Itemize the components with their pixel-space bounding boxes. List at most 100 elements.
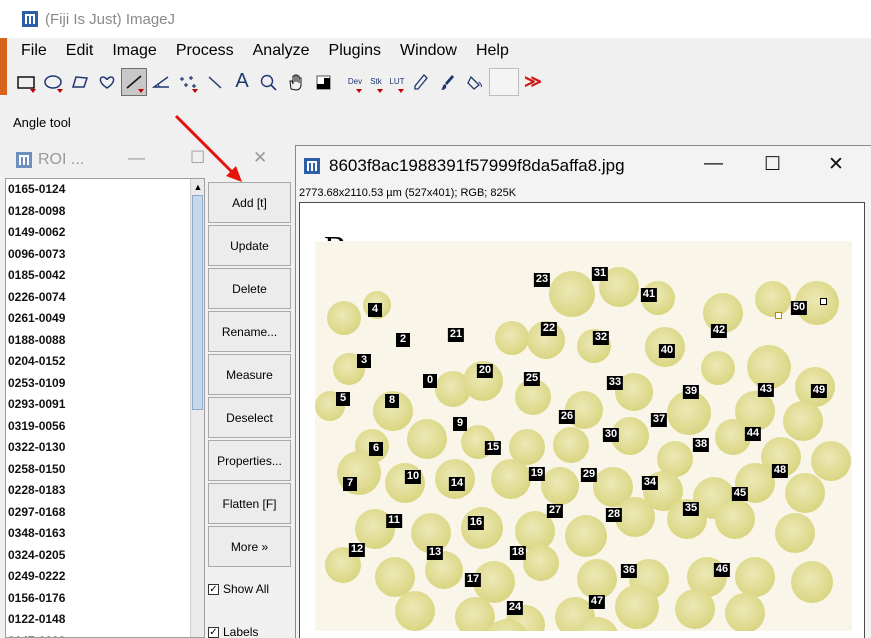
roi-list-item[interactable]: 0226-0074	[6, 287, 204, 309]
roi-label[interactable]: 30	[602, 428, 620, 442]
selection-handle[interactable]	[820, 298, 827, 305]
minimize-icon[interactable]: —	[128, 148, 145, 168]
roi-label[interactable]: 49	[810, 384, 828, 398]
labels-checkbox[interactable]: ✓ Labels	[208, 625, 258, 638]
roi-list-item[interactable]: 0258-0150	[6, 459, 204, 481]
flatten-button[interactable]: Flatten [F]	[208, 483, 291, 524]
roi-label[interactable]: 33	[606, 376, 624, 390]
roi-label[interactable]: 17	[464, 573, 482, 587]
menu-window[interactable]: Window	[400, 42, 457, 60]
roi-label[interactable]: 29	[580, 468, 598, 482]
roi-label[interactable]: 19	[528, 467, 546, 481]
roi-list-item[interactable]: 0188-0088	[6, 330, 204, 352]
delete-button[interactable]: Delete	[208, 268, 291, 309]
roi-label[interactable]: 32	[592, 331, 610, 345]
wand-tool-button[interactable]	[202, 68, 228, 96]
close-icon[interactable]: ✕	[253, 148, 267, 168]
roi-list-item[interactable]: 0149-0062	[6, 222, 204, 244]
roi-list-item[interactable]: 0297-0168	[6, 502, 204, 524]
roi-list-item[interactable]: 0122-0148	[6, 609, 204, 631]
close-icon[interactable]: ✕	[828, 153, 844, 176]
lut-menu-button[interactable]: LUT	[387, 68, 407, 96]
roi-label[interactable]: 47	[588, 595, 606, 609]
roi-label[interactable]: 3	[357, 354, 371, 368]
polygon-tool-button[interactable]	[67, 68, 93, 96]
menu-image[interactable]: Image	[112, 42, 156, 60]
roi-label[interactable]: 6	[369, 442, 383, 456]
menu-analyze[interactable]: Analyze	[253, 42, 310, 60]
roi-label[interactable]: 35	[682, 502, 700, 516]
roi-label[interactable]: 10	[404, 470, 422, 484]
multipoint-tool-button[interactable]	[175, 68, 201, 96]
more-button[interactable]: More »	[208, 526, 291, 567]
deselect-button[interactable]: Deselect	[208, 397, 291, 438]
roi-label[interactable]: 13	[426, 546, 444, 560]
roi-list-item[interactable]: 0128-0098	[6, 201, 204, 223]
roi-list-item[interactable]: 0096-0073	[6, 244, 204, 266]
hand-tool-button[interactable]	[283, 68, 309, 96]
roi-label[interactable]: 39	[682, 385, 700, 399]
image-canvas[interactable]: B 42305820212331412232404250253339434926…	[299, 202, 865, 638]
roi-label[interactable]: 4	[368, 303, 382, 317]
more-tools-button[interactable]: ≫	[520, 68, 546, 96]
roi-label[interactable]: 16	[467, 516, 485, 530]
roi-list-item[interactable]: 0228-0183	[6, 480, 204, 502]
roi-label[interactable]: 9	[453, 417, 467, 431]
roi-label[interactable]: 15	[484, 441, 502, 455]
roi-label[interactable]: 18	[509, 546, 527, 560]
magnifier-tool-button[interactable]	[256, 68, 282, 96]
minimize-icon[interactable]: —	[704, 153, 723, 175]
menu-help[interactable]: Help	[476, 42, 509, 60]
roi-label[interactable]: 26	[558, 410, 576, 424]
roi-label[interactable]: 25	[523, 372, 541, 386]
roi-list-item[interactable]: 0156-0176	[6, 588, 204, 610]
roi-list-item[interactable]: 0147-0092	[6, 631, 204, 638]
roi-list-item[interactable]: 0293-0091	[6, 394, 204, 416]
freehand-tool-button[interactable]	[94, 68, 120, 96]
rectangle-tool-button[interactable]	[13, 68, 39, 96]
text-tool-button[interactable]: A	[229, 68, 255, 96]
properties-button[interactable]: Properties...	[208, 440, 291, 481]
show-all-checkbox[interactable]: ✓ Show All	[208, 582, 269, 596]
menu-edit[interactable]: Edit	[66, 42, 94, 60]
brush-tool-button[interactable]	[435, 68, 461, 96]
micrograph[interactable]: 4 2 3 0 5 8 20 21 23 31 41 22 32 40 42 50 25 33 39 43 49 26 30…	[315, 241, 852, 631]
roi-label[interactable]: 36	[620, 564, 638, 578]
roi-list[interactable]: 0165-0124 0128-0098 0149-0062 0096-0073 0185…	[5, 178, 205, 638]
measure-button[interactable]: Measure	[208, 354, 291, 395]
oval-tool-button[interactable]	[40, 68, 66, 96]
roi-label[interactable]: 31	[591, 267, 609, 281]
roi-list-item[interactable]: 0322-0130	[6, 437, 204, 459]
roi-label[interactable]: 22	[540, 322, 558, 336]
scroll-thumb[interactable]	[192, 195, 203, 410]
menu-file[interactable]: File	[21, 42, 47, 60]
menu-plugins[interactable]: Plugins	[329, 42, 381, 60]
roi-label[interactable]: 38	[692, 438, 710, 452]
selection-handle[interactable]	[775, 312, 782, 319]
line-tool-button[interactable]	[121, 67, 147, 96]
maximize-icon[interactable]: ☐	[764, 153, 781, 176]
roi-label[interactable]: 34	[641, 476, 659, 490]
roi-label[interactable]: 28	[605, 508, 623, 522]
update-button[interactable]: Update	[208, 225, 291, 266]
roi-label[interactable]: 8	[385, 394, 399, 408]
roi-label[interactable]: 42	[710, 324, 728, 338]
roi-list-item[interactable]: 0185-0042	[6, 265, 204, 287]
roi-label[interactable]: 5	[336, 392, 350, 406]
pencil-tool-button[interactable]	[408, 68, 434, 96]
roi-label[interactable]: 44	[744, 427, 762, 441]
roi-label[interactable]: 37	[650, 413, 668, 427]
roi-list-item[interactable]: 0261-0049	[6, 308, 204, 330]
stk-menu-button[interactable]: Stk	[366, 68, 386, 96]
roi-label[interactable]: 45	[731, 487, 749, 501]
roi-label[interactable]: 11	[386, 514, 402, 528]
roi-label[interactable]: 23	[533, 273, 551, 287]
roi-list-item[interactable]: 0249-0222	[6, 566, 204, 588]
roi-label[interactable]: 20	[476, 364, 494, 378]
roi-label[interactable]: 24	[506, 601, 524, 615]
roi-label[interactable]: 46	[713, 563, 731, 577]
menu-process[interactable]: Process	[176, 42, 234, 60]
flood-fill-tool-button[interactable]	[462, 68, 488, 96]
roi-label[interactable]: 40	[658, 344, 676, 358]
roi-label[interactable]: 7	[343, 477, 357, 491]
